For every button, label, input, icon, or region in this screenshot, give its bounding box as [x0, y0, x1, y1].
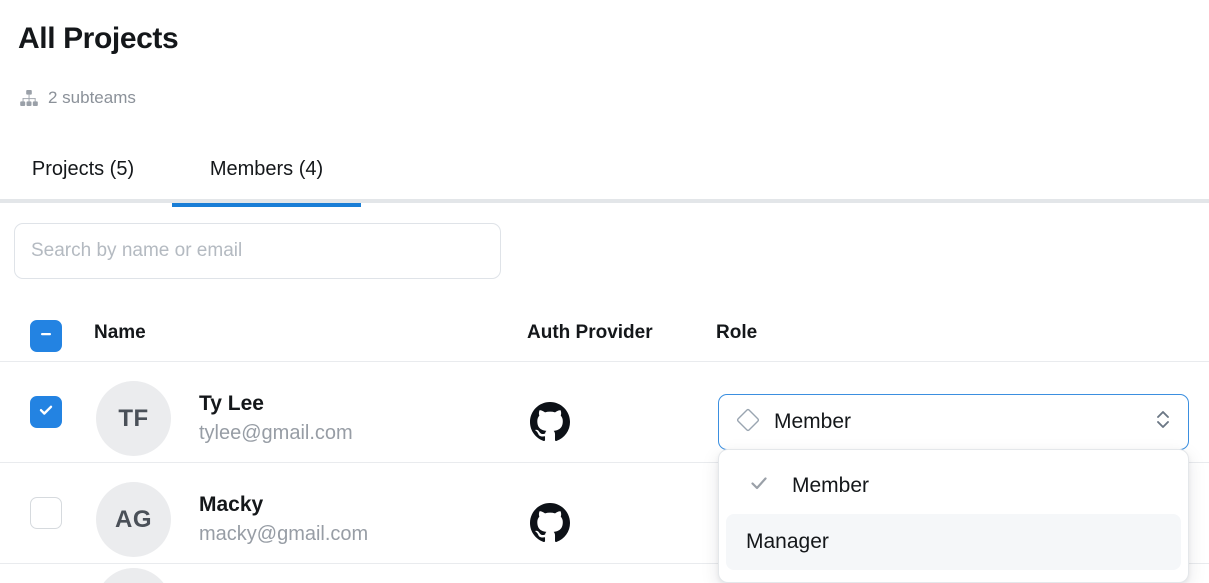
search-field-wrapper — [14, 223, 501, 279]
role-dropdown-menu: Member Manager — [718, 449, 1189, 583]
minus-icon — [38, 326, 54, 347]
role-select-trigger[interactable]: Member — [718, 394, 1189, 450]
avatar — [96, 568, 171, 583]
tab-projects-label: Projects (5) — [31, 158, 135, 180]
check-icon — [37, 401, 55, 424]
select-all-checkbox[interactable] — [30, 320, 62, 352]
member-email: tylee@gmail.com — [199, 422, 353, 444]
role-option-manager[interactable]: Manager — [726, 514, 1181, 570]
diamond-icon — [735, 407, 761, 438]
avatar: TF — [96, 381, 171, 456]
member-name: Macky — [199, 493, 264, 516]
column-header-role: Role — [716, 322, 758, 343]
role-option-member[interactable]: Member — [726, 458, 1181, 514]
member-identity: Macky macky@gmail.com — [199, 491, 368, 549]
column-header-name: Name — [94, 322, 146, 343]
member-identity: Ty Lee tylee@gmail.com — [199, 390, 353, 448]
subteams-summary: 2 subteams — [19, 88, 136, 108]
check-icon — [748, 472, 770, 500]
table-row: TF Ty Lee tylee@gmail.com Member — [0, 362, 1209, 463]
row-select-checkbox[interactable] — [30, 497, 62, 529]
page-title: All Projects — [18, 22, 179, 55]
chevron-up-down-icon — [1152, 405, 1174, 440]
member-name: Ty Lee — [199, 392, 264, 415]
search-input[interactable] — [14, 223, 501, 279]
tab-members[interactable]: Members (4) — [172, 146, 361, 207]
column-header-auth-provider: Auth Provider — [527, 322, 653, 343]
role-select-value: Member — [774, 410, 852, 433]
role-option-manager-label: Manager — [746, 530, 829, 553]
tab-projects[interactable]: Projects (5) — [0, 146, 166, 203]
role-select-cell: Member — [718, 394, 1189, 450]
tab-bar: Projects (5) Members (4) — [0, 146, 1209, 207]
avatar: AG — [96, 482, 171, 557]
github-icon — [530, 503, 570, 543]
hierarchy-icon — [19, 88, 39, 108]
member-email: macky@gmail.com — [199, 523, 369, 545]
github-icon — [530, 402, 570, 442]
row-select-checkbox[interactable] — [30, 396, 62, 428]
subteams-label: 2 subteams — [48, 88, 136, 107]
tab-members-label: Members (4) — [209, 158, 324, 180]
role-option-member-label: Member — [792, 474, 870, 497]
members-page: All Projects 2 subteams Projects (5) Mem… — [0, 0, 1209, 583]
table-header-row: Name Auth Provider Role — [0, 310, 1209, 362]
